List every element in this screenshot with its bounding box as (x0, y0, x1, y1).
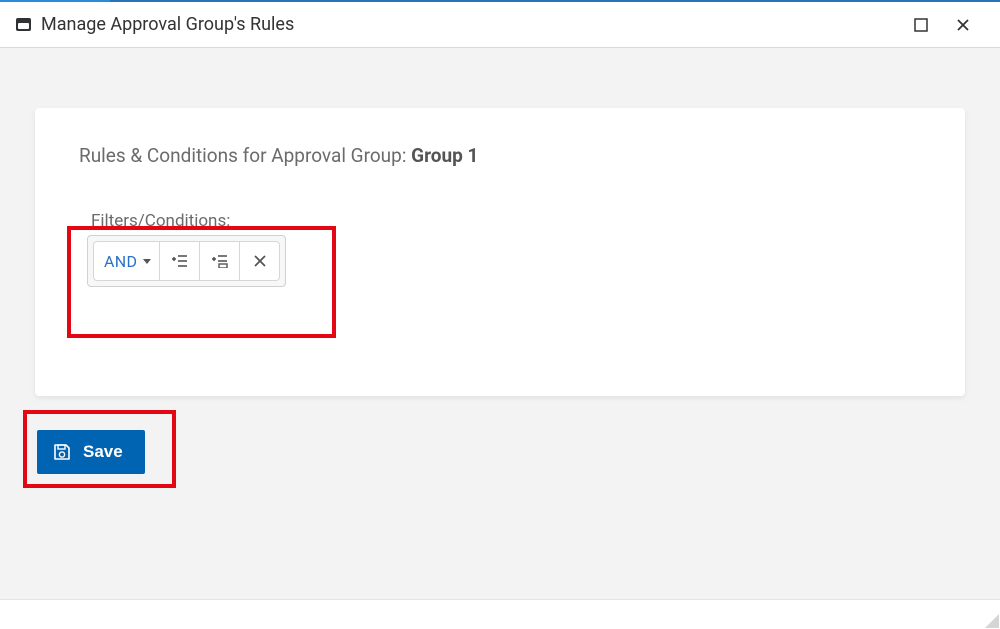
clear-button[interactable] (240, 241, 280, 281)
cross-icon (254, 255, 266, 267)
window-title: Manage Approval Group's Rules (41, 14, 294, 35)
save-button[interactable]: Save (37, 430, 145, 474)
rules-card: Rules & Conditions for Approval Group: G… (35, 108, 965, 396)
window-maximize-button[interactable] (900, 4, 942, 46)
close-icon (956, 18, 970, 32)
save-icon (53, 443, 71, 461)
maximize-icon (914, 18, 928, 32)
filters-label: Filters/Conditions: (87, 211, 286, 231)
card-heading: Rules & Conditions for Approval Group: G… (79, 144, 921, 167)
group-name: Group 1 (411, 144, 478, 167)
filter-toolbar: AND (87, 235, 286, 287)
save-label: Save (83, 442, 123, 462)
heading-prefix: Rules & Conditions for Approval Group: (79, 144, 411, 167)
indent-add-icon (172, 254, 188, 268)
footer (0, 599, 1000, 629)
chevron-down-icon (143, 259, 151, 264)
save-section: Save (27, 420, 155, 484)
filters-section: Filters/Conditions: AND (79, 203, 328, 305)
window-close-button[interactable] (942, 4, 984, 46)
app-window-icon (16, 18, 31, 31)
operator-value: AND (104, 252, 137, 271)
indent-add-group-icon (212, 254, 228, 268)
resize-grip-icon[interactable] (985, 614, 999, 628)
add-group-button[interactable] (200, 241, 240, 281)
content-area: Rules & Conditions for Approval Group: G… (0, 48, 1000, 599)
window-titlebar: Manage Approval Group's Rules (0, 0, 1000, 48)
operator-dropdown[interactable]: AND (93, 241, 160, 281)
add-condition-button[interactable] (160, 241, 200, 281)
